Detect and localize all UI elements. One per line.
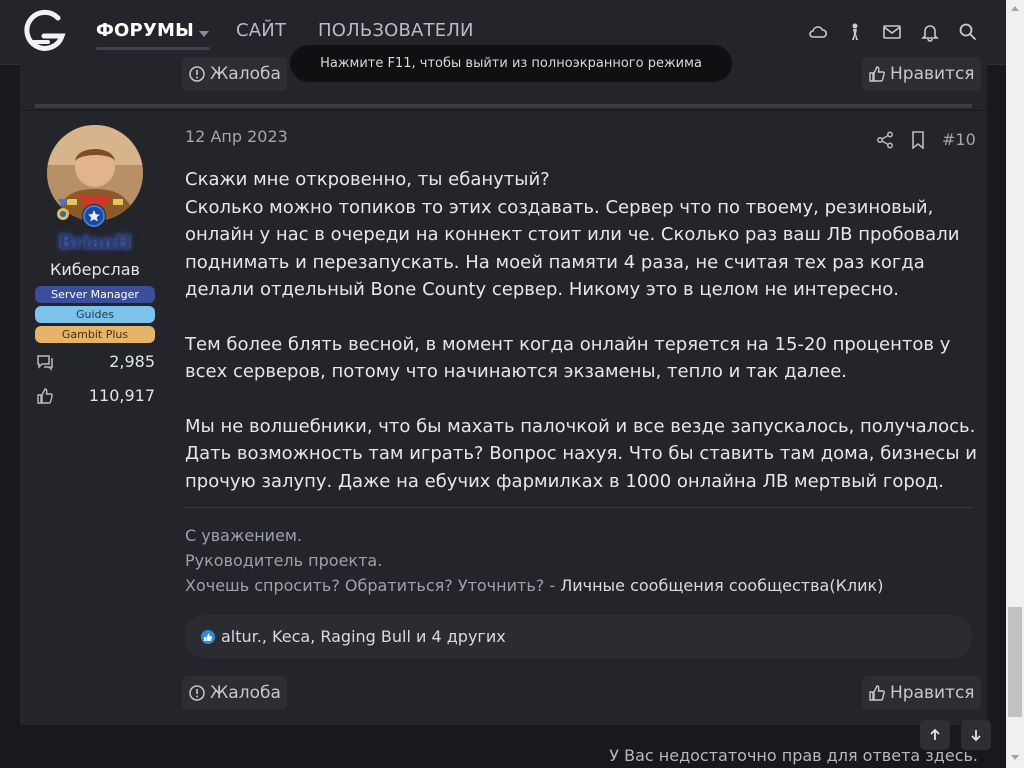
alert-circle-icon: [189, 66, 205, 82]
nav-site[interactable]: САЙТ: [236, 20, 286, 41]
nav-forums[interactable]: ФОРУМЫ: [96, 20, 194, 41]
badge-gambit-plus: Gambit Plus: [35, 326, 155, 343]
bookmark-icon[interactable]: [910, 131, 926, 150]
like-reaction-icon: [201, 629, 215, 644]
scrollbar-down-arrow[interactable]: [1011, 755, 1019, 760]
nav-users[interactable]: ПОЛЬЗОВАТЕЛИ: [318, 20, 474, 41]
signature-line-1: С уважением.: [185, 526, 303, 545]
page-scrollbar[interactable]: [1006, 0, 1024, 768]
badge-server-manager: Server Manager: [35, 286, 155, 303]
site-logo[interactable]: [18, 6, 68, 56]
signature-line-3: Хочешь спросить? Обратиться? Уточнить? -…: [185, 576, 883, 595]
cloud-icon[interactable]: [808, 22, 828, 42]
no-reply-rights-notice: У Вас недостаточно прав для ответа здесь…: [609, 746, 978, 765]
reactions-count: 110,917: [88, 386, 155, 405]
arrow-down-icon: [971, 730, 981, 742]
report-label: Жалоба: [210, 683, 281, 703]
author-username[interactable]: BrianH: [20, 232, 170, 253]
author-title: Киберслав: [50, 260, 140, 279]
medal-icon: [55, 199, 71, 223]
nav-active-indicator: [96, 47, 210, 50]
reactions-text: altur., Keca, Raging Bull и 4 других: [221, 627, 506, 646]
post-paragraph: Мы не волшебники, что бы махать палочкой…: [185, 415, 977, 492]
bell-icon[interactable]: [920, 22, 940, 42]
reactions-bar[interactable]: altur., Keca, Raging Bull и 4 других: [185, 615, 972, 658]
messages-count: 2,985: [109, 352, 155, 371]
fullscreen-hint: Нажмите F11, чтобы выйти из полноэкранно…: [290, 45, 732, 82]
post-separator: [35, 104, 972, 108]
post-date[interactable]: 12 Апр 2023: [185, 127, 288, 146]
search-icon[interactable]: [958, 22, 978, 42]
signature-divider: [185, 507, 972, 508]
scrollbar-up-arrow[interactable]: [1011, 6, 1019, 11]
signature-link[interactable]: Личные сообщения сообщества(Клик): [560, 576, 883, 595]
signature-line-2: Руководитель проекта.: [185, 551, 383, 570]
post-paragraph: Тем более блять весной, в момент когда о…: [185, 333, 951, 383]
share-icon[interactable]: [876, 131, 894, 149]
report-label: Жалоба: [210, 64, 281, 84]
thumbs-up-icon: [869, 685, 885, 701]
post-body: Скажи мне откровенно, ты ебанутый? Сколь…: [185, 166, 980, 522]
like-button[interactable]: Нравится: [862, 676, 981, 710]
mail-icon[interactable]: [882, 22, 902, 42]
like-label: Нравится: [890, 64, 975, 84]
thumbs-up-icon: [36, 387, 54, 405]
post-paragraph: Скажи мне откровенно, ты ебанутый? Сколь…: [185, 169, 960, 300]
arrow-up-icon: [930, 728, 940, 740]
like-label: Нравится: [890, 683, 975, 703]
post-number[interactable]: #10: [942, 130, 976, 149]
report-button[interactable]: Жалоба: [182, 676, 287, 710]
scrollbar-thumb[interactable]: [1008, 607, 1022, 717]
like-button[interactable]: Нравится: [862, 57, 981, 91]
report-button[interactable]: Жалоба: [182, 57, 287, 91]
thumbs-up-icon: [869, 66, 885, 82]
signature-prefix: Хочешь спросить? Обратиться? Уточнить? -: [185, 576, 561, 595]
user-silhouette-icon[interactable]: [845, 22, 865, 42]
alert-circle-icon: [189, 685, 205, 701]
chevron-down-icon[interactable]: [199, 31, 209, 37]
star-shield-icon: [82, 204, 106, 228]
badge-guides: Guides: [35, 306, 155, 323]
messages-icon: [36, 353, 54, 371]
